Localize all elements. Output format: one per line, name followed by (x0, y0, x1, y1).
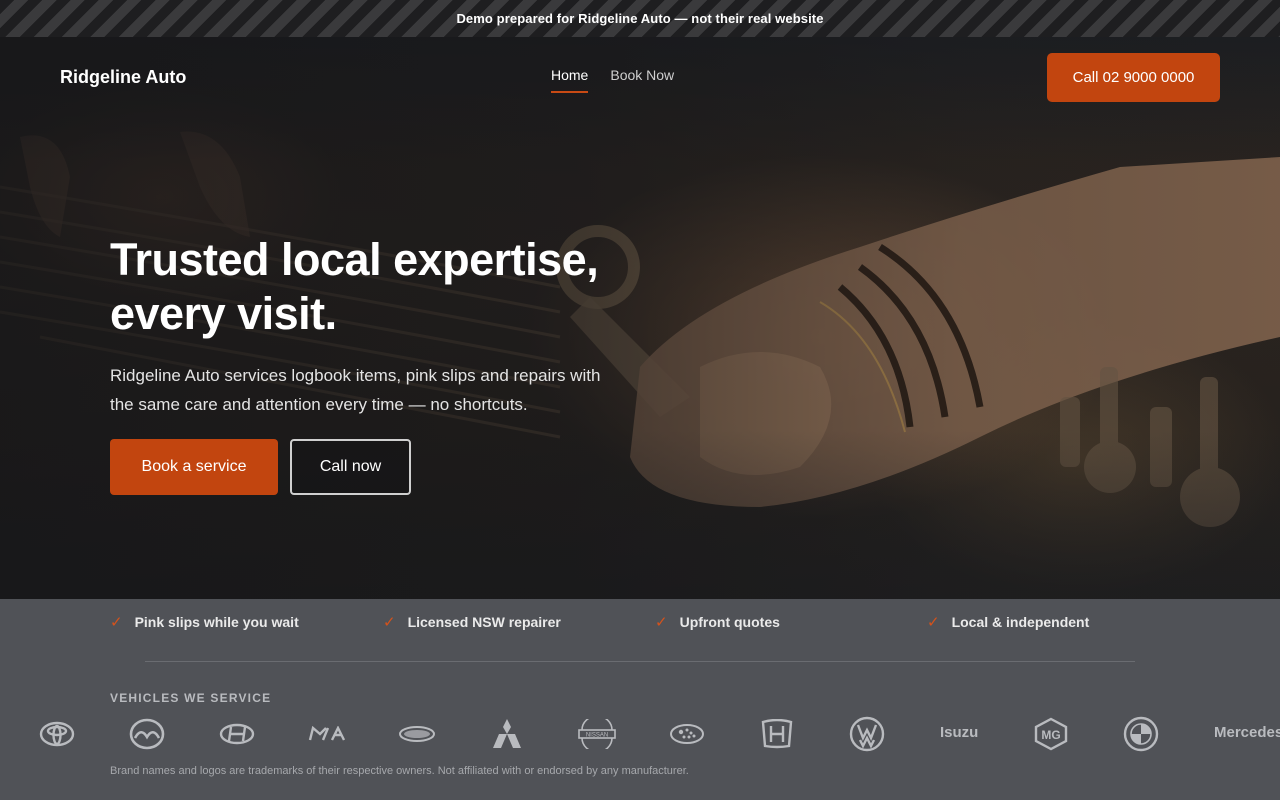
nav-links: Home Book Now (551, 67, 674, 93)
svg-text:NISSAN: NISSAN (586, 733, 608, 739)
hero-section: Ridgeline Auto Home Book Now Call 02 900… (0, 37, 1280, 599)
feature-item: ✓ Licensed NSW repairer (383, 613, 561, 631)
mitsubishi-logo-icon (487, 714, 527, 754)
feature-label: Upfront quotes (679, 614, 780, 630)
subaru-logo-icon (667, 714, 707, 754)
vehicles-label: VEHICLES WE SERVICE (110, 691, 272, 705)
demo-banner-text: Demo prepared for Ridgeline Auto — not t… (456, 11, 824, 26)
check-icon: ✓ (927, 614, 940, 631)
check-icon: ✓ (655, 614, 668, 631)
trust-section: ✓ Pink slips while you wait ✓ Licensed N… (0, 599, 1280, 800)
nav-link-book-now[interactable]: Book Now (610, 67, 674, 93)
vehicle-brand-logos: NISSAN Isuzu MG Mercedes (0, 714, 1280, 754)
mg-logo-icon: MG (1031, 714, 1071, 754)
check-icon: ✓ (383, 614, 396, 631)
call-phone-button[interactable]: Call 02 9000 0000 (1047, 53, 1220, 102)
ford-logo-icon (397, 714, 437, 754)
feature-label: Pink slips while you wait (134, 614, 299, 630)
mercedes-logo-text: Mercedes (1214, 724, 1280, 741)
feature-item: ✓ Upfront quotes (655, 613, 780, 631)
section-divider (145, 661, 1135, 662)
demo-banner: Demo prepared for Ridgeline Auto — not t… (0, 0, 1280, 37)
hero-title-line-2: every visit. (110, 288, 337, 339)
feature-list: ✓ Pink slips while you wait ✓ Licensed N… (110, 613, 1210, 633)
hero-content: Trusted local expertise, every visit. Ri… (110, 233, 670, 495)
top-navbar: Ridgeline Auto Home Book Now Call 02 900… (0, 37, 1280, 119)
hero-cta-row: Book a service Call now (110, 439, 670, 495)
hero-title: Trusted local expertise, every visit. (110, 233, 670, 341)
toyota-logo-icon (37, 714, 77, 754)
feature-item: ✓ Local & independent (927, 613, 1089, 631)
book-service-button[interactable]: Book a service (110, 439, 278, 495)
feature-item: ✓ Pink slips while you wait (110, 613, 299, 631)
call-now-button[interactable]: Call now (290, 439, 411, 495)
check-icon: ✓ (110, 614, 123, 631)
isuzu-logo-text: Isuzu (940, 724, 979, 741)
volkswagen-logo-icon (847, 714, 887, 754)
mazda-logo-icon (127, 714, 167, 754)
hyundai-logo-icon (217, 714, 257, 754)
nav-link-home[interactable]: Home (551, 67, 589, 93)
hero-subtitle: Ridgeline Auto services logbook items, p… (110, 366, 601, 414)
nissan-logo-icon: NISSAN (577, 714, 617, 754)
svg-text:MG: MG (1041, 728, 1060, 742)
bmw-logo-icon (1121, 714, 1161, 754)
honda-logo-icon (757, 714, 797, 754)
kia-logo-icon (307, 714, 347, 754)
feature-label: Licensed NSW repairer (407, 614, 561, 630)
feature-label: Local & independent (951, 614, 1090, 630)
trademark-disclaimer: Brand names and logos are trademarks of … (110, 765, 689, 777)
hero-title-line-1: Trusted local expertise, (110, 234, 599, 285)
brand-logo-text[interactable]: Ridgeline Auto (60, 67, 186, 88)
